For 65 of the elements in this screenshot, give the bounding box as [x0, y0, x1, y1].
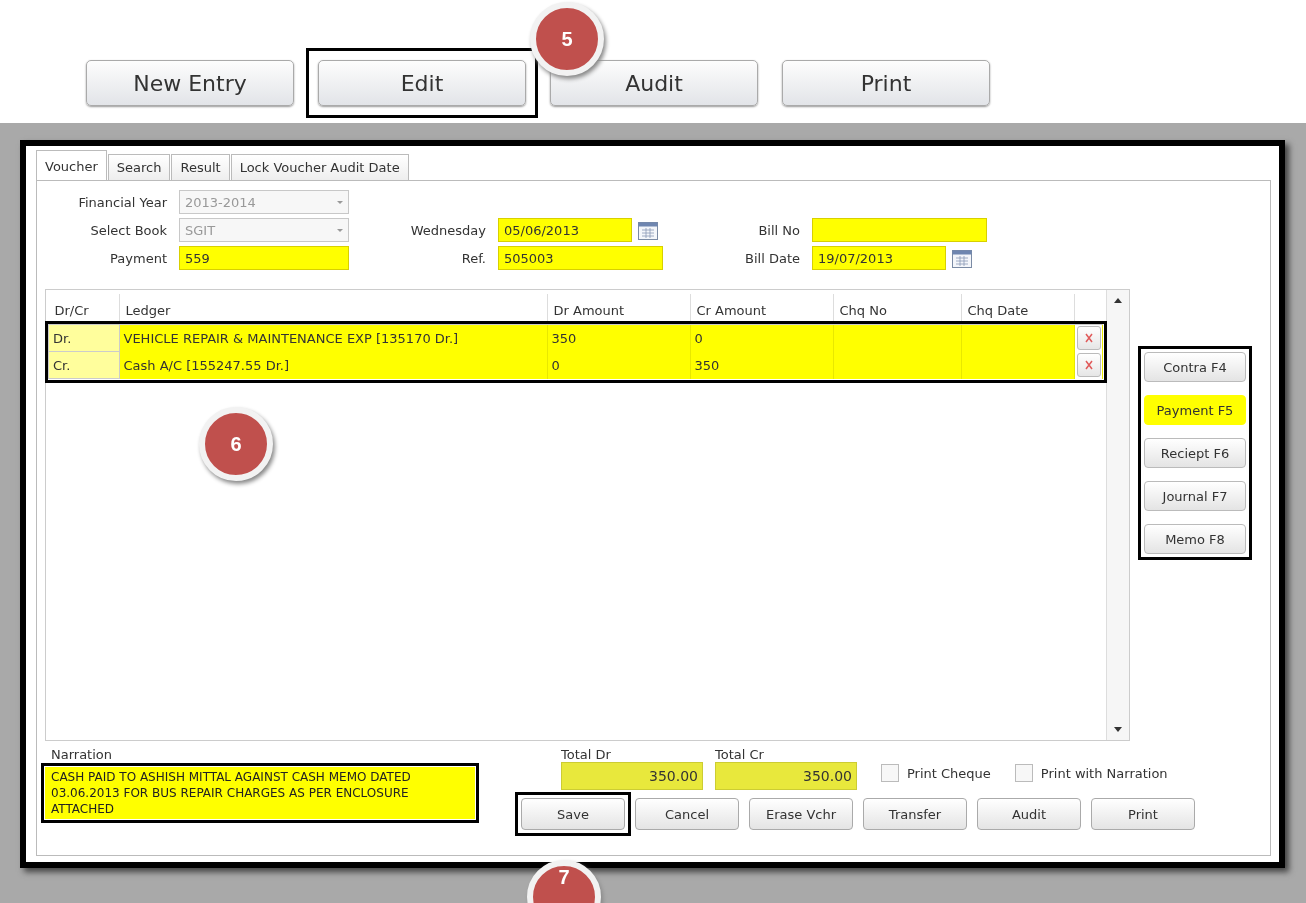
table-cell: Cr. — [53, 357, 71, 373]
action-button[interactable]: Cancel — [635, 798, 739, 830]
field-label: Total Dr — [561, 747, 612, 762]
action-button[interactable]: Audit — [977, 798, 1081, 830]
voucher-type-button[interactable]: Memo F8 — [1144, 524, 1246, 554]
text-field[interactable]: 505003 — [498, 246, 663, 270]
toolbar-button[interactable]: Audit — [550, 60, 758, 106]
table-cell: 0 — [551, 357, 560, 373]
delete-row-button[interactable] — [1076, 353, 1101, 377]
column-header: Chq Date — [961, 294, 1074, 325]
table-cell: Dr. — [53, 330, 72, 346]
column-header: Ledger — [119, 294, 547, 325]
toolbar-button[interactable]: Edit — [318, 60, 526, 106]
voucher-type-button[interactable]: Reciept F6 — [1144, 438, 1246, 468]
narration-field[interactable]: CASH PAID TO ASHISH MITTAL AGAINST CASH MEMO DATED 03.06.2013 FOR BUS REPAIR CHARGES AS PER ENCLOSURE ATTACHED — [45, 767, 475, 819]
close-icon[interactable] — [1084, 360, 1093, 370]
close-icon[interactable] — [1084, 333, 1093, 344]
checkbox-label: Print with Narration — [1040, 765, 1168, 781]
column-header: Dr/Cr — [48, 294, 119, 325]
field-label: Total Cr — [715, 747, 765, 762]
table-cell: Cash A/C [155247.55 Dr.] — [123, 357, 290, 373]
date-field[interactable]: 05/06/2013 — [498, 218, 632, 242]
calendar-icon[interactable] — [638, 220, 658, 240]
field-label: Bill Date — [744, 250, 800, 266]
vertical-scrollbar[interactable] — [1106, 290, 1129, 740]
toolbar-button[interactable]: New Entry — [86, 60, 294, 106]
voucher-type-button[interactable]: Contra F4 — [1144, 352, 1246, 382]
field-label: Narration — [51, 747, 114, 764]
step-number-badge: 5 — [530, 2, 604, 76]
table-cell: 0 — [694, 330, 703, 346]
action-button[interactable]: Erase Vchr — [749, 798, 853, 830]
total-field: 350.00 — [715, 762, 857, 790]
scroll-down-icon[interactable] — [1114, 727, 1122, 732]
voucher-type-button[interactable]: Payment F5 — [1144, 395, 1246, 425]
date-field[interactable]: 19/07/2013 — [812, 246, 946, 270]
action-button[interactable]: Save — [521, 798, 625, 830]
checkbox[interactable] — [881, 764, 899, 782]
field-label: Bill No — [757, 222, 800, 238]
tab[interactable]: Search — [107, 154, 171, 180]
tab[interactable]: Result — [171, 154, 230, 180]
checkbox[interactable] — [1014, 764, 1033, 782]
table-cell: VEHICLE REPAIR & MAINTENANCE EXP [135170 Dr.] — [123, 330, 459, 346]
field-label: Ref. — [460, 250, 486, 266]
tab[interactable]: Voucher — [36, 150, 107, 180]
scroll-up-icon[interactable] — [1114, 298, 1122, 303]
action-button[interactable]: Transfer — [863, 798, 967, 830]
total-field: 350.00 — [561, 762, 703, 790]
calendar-icon[interactable] — [952, 248, 972, 268]
delete-row-button[interactable] — [1076, 326, 1101, 351]
text-field[interactable] — [812, 218, 987, 242]
column-header: Cr Amount — [690, 294, 833, 325]
text-field[interactable]: 559 — [179, 246, 349, 270]
table-cell: 350 — [551, 330, 577, 346]
checkbox-label: Print Cheque — [907, 765, 991, 781]
field-label: Payment — [109, 250, 167, 266]
action-button[interactable]: Print — [1091, 798, 1195, 830]
tab[interactable]: Lock Voucher Audit Date — [230, 154, 409, 180]
field-label: Financial Year — [77, 194, 167, 210]
field-label: Wednesday — [409, 222, 486, 238]
table-cell: 350 — [694, 357, 720, 373]
voucher-type-button[interactable]: Journal F7 — [1144, 481, 1246, 511]
field-label: Select Book — [89, 222, 167, 238]
column-header: Chq No — [833, 294, 961, 325]
toolbar-button[interactable]: Print — [782, 60, 990, 106]
column-header: Dr Amount — [547, 294, 690, 325]
